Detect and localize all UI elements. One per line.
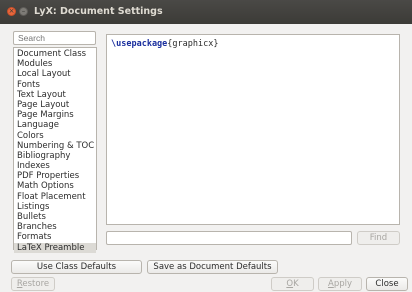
- sidebar-item[interactable]: Formats: [14, 232, 96, 242]
- save-as-document-defaults-button[interactable]: Save as Document Defaults: [147, 260, 278, 274]
- close-icon: ×: [8, 7, 15, 15]
- window-title: LyX: Document Settings: [34, 6, 163, 17]
- sidebar-item[interactable]: Local Layout: [14, 69, 96, 79]
- window-close-button[interactable]: ×: [7, 7, 16, 16]
- sidebar-item[interactable]: Document Class: [14, 49, 96, 59]
- sidebar-item[interactable]: Listings: [14, 202, 96, 212]
- restore-button[interactable]: Restore: [11, 277, 55, 291]
- sidebar-item[interactable]: Branches: [14, 222, 96, 232]
- latex-command: \usepackage: [111, 39, 168, 49]
- sidebar-item[interactable]: LaTeX Preamble: [14, 242, 96, 253]
- apply-button[interactable]: Apply: [318, 277, 362, 291]
- save-as-document-defaults-label: Save as Document Defaults: [153, 262, 272, 272]
- ok-button[interactable]: OK: [271, 277, 314, 291]
- apply-button-label: Apply: [327, 279, 352, 289]
- preamble-editor[interactable]: \usepackage{graphicx}: [106, 34, 400, 225]
- sidebar-item[interactable]: Page Layout: [14, 100, 96, 110]
- find-button[interactable]: Find: [357, 231, 400, 245]
- sidebar-item[interactable]: Fonts: [14, 80, 96, 90]
- find-input[interactable]: [106, 231, 352, 245]
- sidebar-item[interactable]: Math Options: [14, 181, 96, 191]
- search-input[interactable]: [13, 31, 96, 45]
- restore-button-label: Restore: [16, 279, 50, 289]
- use-class-defaults-label: Use Class Defaults: [36, 262, 117, 272]
- latex-argument: {graphicx}: [167, 39, 219, 49]
- find-button-label: Find: [369, 233, 388, 243]
- sidebar-item[interactable]: Text Layout: [14, 90, 96, 100]
- sidebar-item[interactable]: Indexes: [14, 161, 96, 171]
- sidebar-item[interactable]: PDF Properties: [14, 171, 96, 181]
- close-button-label: Close: [375, 279, 399, 289]
- close-button[interactable]: Close: [366, 277, 408, 291]
- minimize-icon: –: [21, 7, 26, 15]
- sidebar-item[interactable]: Bullets: [14, 212, 96, 222]
- settings-category-list: Document Class Modules Local Layout Fonts Te…: [13, 47, 97, 253]
- window-minimize-button[interactable]: –: [19, 7, 28, 16]
- ok-button-label: OK: [286, 279, 299, 289]
- sidebar-item[interactable]: Modules: [14, 59, 96, 69]
- use-class-defaults-button[interactable]: Use Class Defaults: [11, 260, 142, 274]
- sidebar-item[interactable]: Colors: [14, 131, 96, 141]
- sidebar-item[interactable]: Float Placement: [14, 192, 96, 202]
- sidebar-item[interactable]: Page Margins: [14, 110, 96, 120]
- sidebar-item[interactable]: Numbering & TOC: [14, 141, 96, 151]
- title-bar: × – LyX: Document Settings: [0, 0, 412, 24]
- sidebar-item[interactable]: Language: [14, 120, 96, 130]
- sidebar-item[interactable]: Bibliography: [14, 151, 96, 161]
